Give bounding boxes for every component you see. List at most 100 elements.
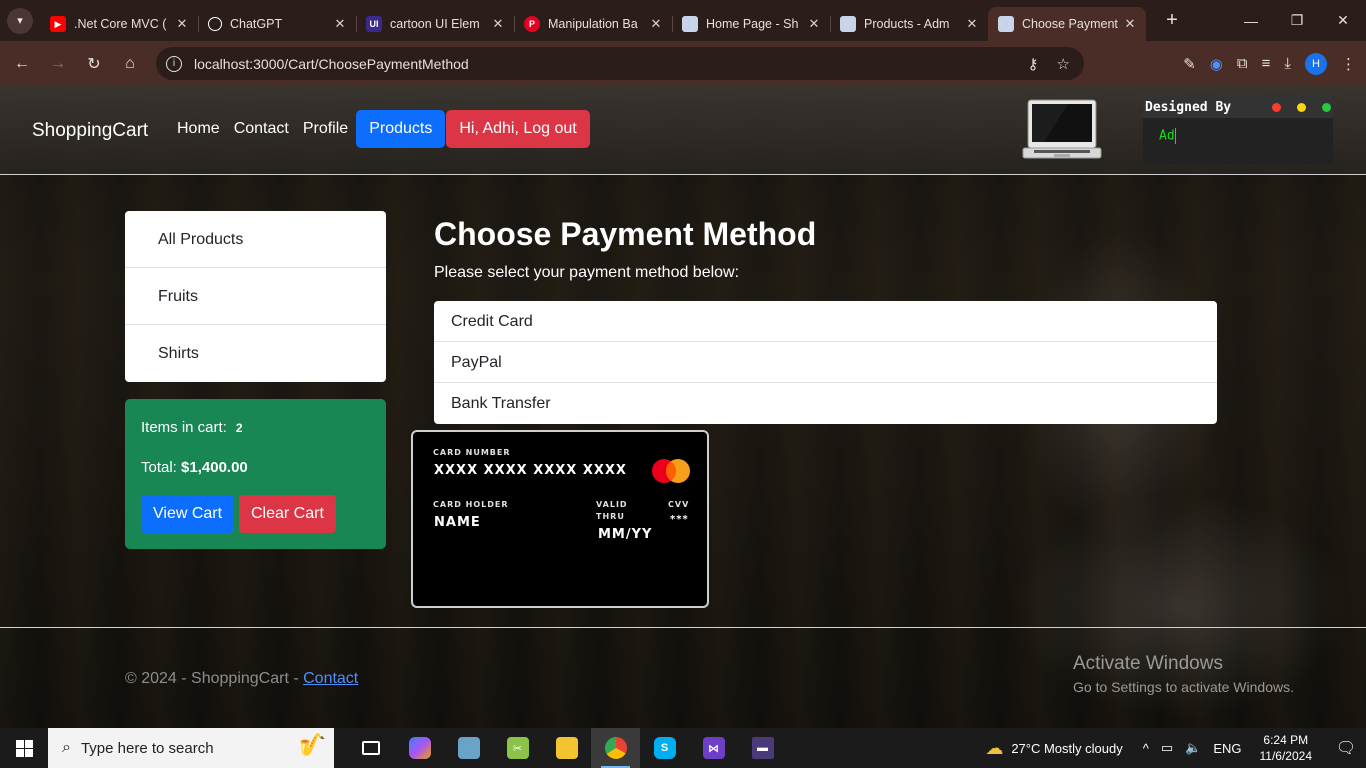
clear-cart-button[interactable]: Clear Cart — [239, 495, 336, 533]
watermark-line2: Go to Settings to activate Windows. — [1073, 679, 1294, 695]
new-tab-button[interactable]: + — [1160, 9, 1184, 32]
total-value: $1,400.00 — [181, 459, 248, 476]
category-shirts[interactable]: Shirts — [125, 325, 386, 382]
tab-home-page[interactable]: Home Page - Sh ✕ — [672, 7, 830, 41]
extension-color-icon[interactable]: ◉ — [1210, 55, 1223, 73]
site-footer: © 2024 - ShoppingCart - Contact Activate… — [0, 627, 1366, 728]
green-dot-icon — [1322, 102, 1331, 112]
weather-text: 27°C Mostly cloudy — [1011, 740, 1123, 756]
network-icon[interactable]: ▭ — [1161, 740, 1173, 756]
back-icon[interactable]: ← — [4, 46, 40, 82]
download-icon[interactable]: ⤓ — [1284, 55, 1291, 72]
terminal-output: Ad — [1143, 118, 1333, 144]
url-text[interactable]: localhost:3000/Cart/ChoosePaymentMethod — [194, 56, 469, 72]
address-bar[interactable]: i localhost:3000/Cart/ChoosePaymentMetho… — [156, 47, 1084, 80]
minimize-icon[interactable]: — — [1228, 0, 1274, 41]
tab-title: Home Page - Sh — [706, 17, 799, 31]
weather-widget[interactable]: ☁ 27°C Mostly cloudy — [985, 738, 1122, 759]
skype-icon[interactable]: S — [640, 728, 689, 768]
terminal-titlebar: Designed By — [1143, 96, 1333, 118]
products-button[interactable]: Products — [356, 110, 446, 148]
reload-icon[interactable]: ↻ — [76, 46, 112, 82]
yellow-dot-icon — [1297, 102, 1306, 112]
items-label: Items in cart: — [141, 419, 227, 436]
volume-icon[interactable]: 🔈 — [1185, 740, 1201, 756]
task-view-icon[interactable] — [346, 728, 395, 768]
menu-icon[interactable]: ⋮ — [1341, 55, 1356, 73]
payment-bank-transfer[interactable]: Bank Transfer — [434, 383, 1217, 424]
nav-home[interactable]: Home — [177, 110, 220, 148]
nav-contact[interactable]: Contact — [234, 110, 289, 148]
chevron-up-icon[interactable]: ^ — [1143, 741, 1149, 756]
notification-icon[interactable]: 🗨 — [1326, 738, 1366, 758]
red-dot-icon — [1272, 102, 1281, 112]
forward-icon[interactable]: → — [40, 46, 76, 82]
site-info-icon[interactable]: i — [166, 55, 182, 72]
payment-paypal[interactable]: PayPal — [434, 342, 1217, 383]
bookmark-star-icon[interactable]: ☆ — [1057, 55, 1070, 73]
caret — [1174, 128, 1176, 144]
eyedropper-icon[interactable]: ✎ — [1183, 55, 1196, 73]
close-window-icon[interactable]: ✕ — [1320, 0, 1366, 41]
snipping-tool-icon[interactable]: ✂ — [493, 728, 542, 768]
home-icon[interactable]: ⌂ — [112, 46, 148, 82]
close-icon[interactable]: ✕ — [964, 16, 980, 32]
visual-studio-icon[interactable]: ⋈ — [689, 728, 738, 768]
category-fruits[interactable]: Fruits — [125, 268, 386, 325]
view-cart-button[interactable]: View Cart — [141, 495, 235, 533]
copilot-icon[interactable] — [395, 728, 444, 768]
tab-manipulation[interactable]: P Manipulation Ba ✕ — [514, 7, 672, 41]
tab-products-admin[interactable]: Products - Adm ✕ — [830, 7, 988, 41]
payment-credit-card[interactable]: Credit Card — [434, 301, 1217, 342]
tab-net-core[interactable]: ▶ .Net Core MVC ( ✕ — [40, 7, 198, 41]
tab-search-button[interactable]: ▾ — [7, 7, 33, 34]
page-title: Choose Payment Method — [434, 216, 817, 252]
items-count: 2 — [235, 421, 243, 435]
close-icon[interactable]: ✕ — [648, 16, 664, 32]
key-icon[interactable]: ⚷ — [1028, 55, 1039, 73]
pinterest-icon: P — [524, 16, 540, 32]
browser-toolbar: ← → ↻ ⌂ i localhost:3000/Cart/ChoosePaym… — [0, 41, 1366, 86]
footer-contact-link[interactable]: Contact — [303, 670, 358, 687]
category-all-products[interactable]: All Products — [125, 211, 386, 268]
mastercard-icon — [652, 459, 690, 483]
laptop-icon — [1022, 99, 1102, 159]
close-icon[interactable]: ✕ — [174, 16, 190, 32]
brand-logo[interactable]: ShoppingCart — [32, 120, 148, 142]
extensions-icon[interactable]: ⧉ — [1237, 55, 1248, 72]
clock[interactable]: 6:24 PM 11/6/2024 — [1260, 732, 1313, 764]
file-explorer-icon[interactable] — [542, 728, 591, 768]
restore-icon[interactable]: ❐ — [1274, 0, 1320, 41]
close-icon[interactable]: ✕ — [806, 16, 822, 32]
profile-avatar[interactable]: H — [1305, 52, 1327, 75]
cart-summary: Items in cart: 2 Total: $1,400.00 View Ca… — [125, 399, 386, 549]
tab-chatgpt[interactable]: ChatGPT ✕ — [198, 7, 356, 41]
nav-profile[interactable]: Profile — [303, 110, 348, 148]
watermark-line1: Activate Windows — [1073, 653, 1223, 674]
terminal-app-icon[interactable]: ▬ — [738, 728, 787, 768]
taskbar-search[interactable]: ⌕ Type here to search 🎷 — [48, 728, 334, 768]
copyright-text: © 2024 - ShoppingCart - — [125, 670, 304, 687]
designed-by-terminal: Designed By Ad — [1143, 96, 1333, 164]
page-icon — [998, 16, 1014, 32]
chrome-icon[interactable] — [591, 728, 640, 768]
system-tray: ☁ 27°C Mostly cloudy ^ ▭ 🔈 ENG 6:24 PM 1… — [985, 728, 1366, 768]
tab-title: .Net Core MVC ( — [74, 17, 167, 31]
close-icon[interactable]: ✕ — [490, 16, 506, 32]
total-label: Total: — [141, 459, 177, 476]
close-icon[interactable]: ✕ — [1122, 16, 1138, 32]
language-indicator[interactable]: ENG — [1213, 741, 1241, 756]
tab-title: cartoon UI Elem — [390, 17, 480, 31]
close-icon[interactable]: ✕ — [332, 16, 348, 32]
tab-title: ChatGPT — [230, 17, 283, 31]
notes-app-icon[interactable] — [444, 728, 493, 768]
page-icon — [840, 16, 856, 32]
logout-button[interactable]: Hi, Adhi, Log out — [446, 110, 590, 148]
browser-tab-strip: ▾ ▶ .Net Core MVC ( ✕ ChatGPT ✕ UI carto… — [0, 0, 1366, 41]
tab-choose-payment[interactable]: Choose Payment ✕ — [988, 7, 1146, 41]
media-icon[interactable]: ≡ — [1262, 55, 1271, 72]
windows-start-icon[interactable] — [0, 728, 48, 768]
tab-title: Manipulation Ba — [548, 17, 638, 31]
tab-cartoon-ui[interactable]: UI cartoon UI Elem ✕ — [356, 7, 514, 41]
clock-date: 11/6/2024 — [1259, 749, 1313, 763]
